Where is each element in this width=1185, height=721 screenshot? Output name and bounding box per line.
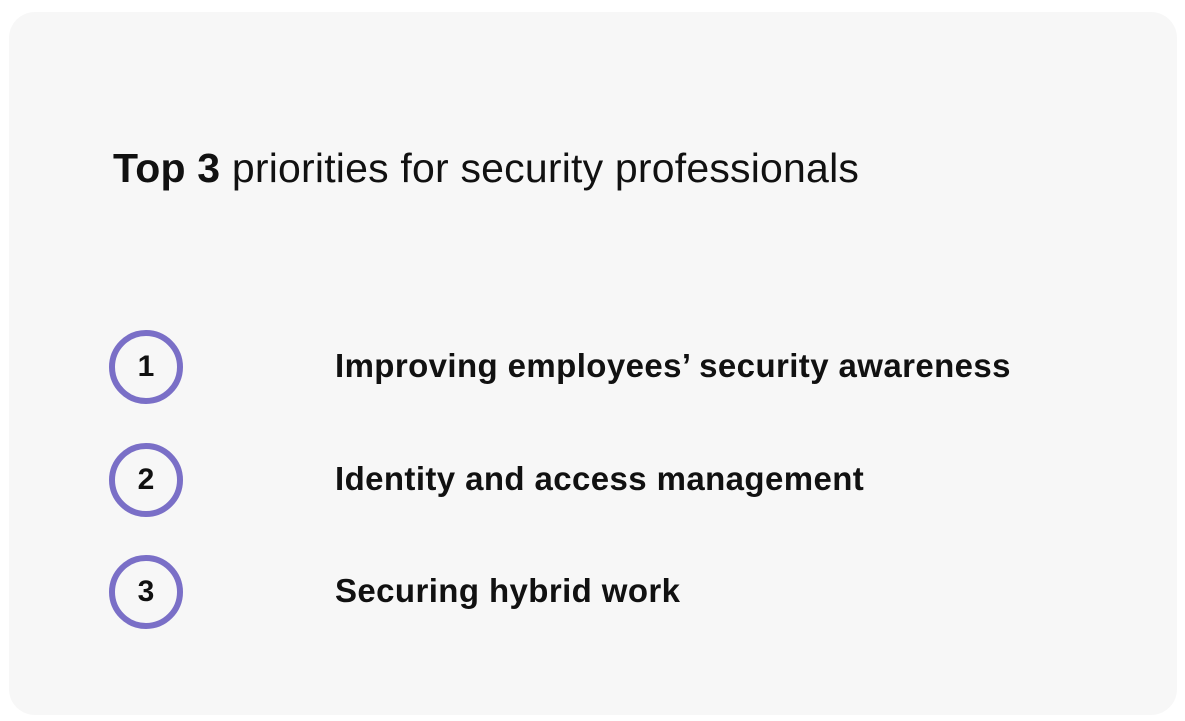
priority-item-2: 2 Identity and access management xyxy=(109,443,1109,517)
priorities-card: Top 3 priorities for security profession… xyxy=(9,12,1177,715)
rank-badge: 2 xyxy=(109,443,183,517)
title-rest: priorities for security professionals xyxy=(220,145,860,191)
rank-number: 2 xyxy=(137,463,155,496)
rank-badge: 1 xyxy=(109,330,183,404)
rank-number: 1 xyxy=(137,350,155,383)
priority-label: Improving employees’ security awareness xyxy=(335,347,1011,384)
priority-item-3: 3 Securing hybrid work xyxy=(109,555,1109,629)
rank-badge: 3 xyxy=(109,555,183,629)
priority-label: Securing hybrid work xyxy=(335,572,681,609)
priority-item-1: 1 Improving employees’ security awarenes… xyxy=(109,330,1109,404)
rank-number: 3 xyxy=(137,575,155,608)
priority-label: Identity and access management xyxy=(335,460,865,497)
page-title: Top 3 priorities for security profession… xyxy=(113,144,859,192)
title-emphasis: Top 3 xyxy=(113,145,221,191)
